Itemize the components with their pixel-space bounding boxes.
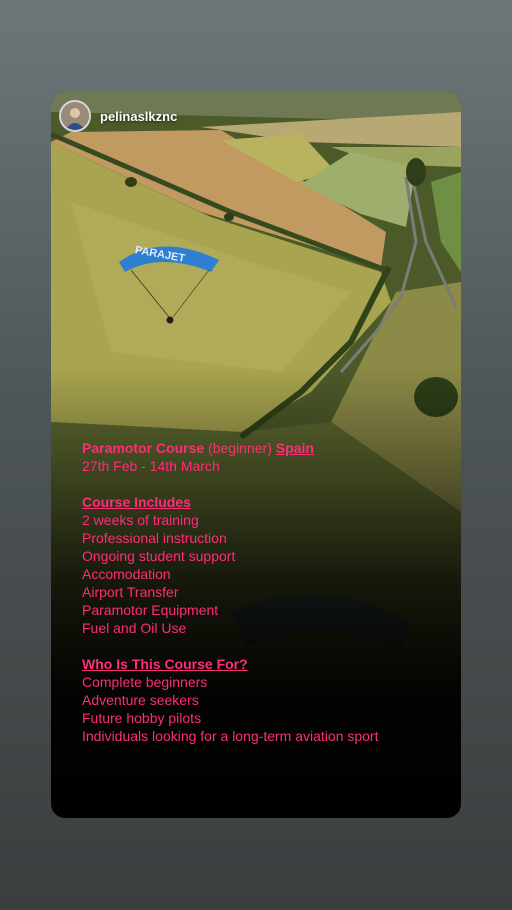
- story-header[interactable]: pelinaslkznc: [59, 100, 177, 132]
- course-title: Paramotor Course: [82, 440, 205, 456]
- username[interactable]: pelinaslkznc: [100, 109, 177, 124]
- user-avatar[interactable]: [59, 100, 91, 132]
- includes-item: Paramotor Equipment: [82, 602, 219, 618]
- includes-item: Professional instruction: [82, 530, 227, 546]
- course-title-line: Paramotor Course (beginner) Spain: [82, 439, 452, 457]
- course-dates: 27th Feb - 14th March: [82, 458, 220, 474]
- includes-item: Accomodation: [82, 566, 171, 582]
- audience-item: Future hobby pilots: [82, 710, 202, 726]
- includes-item: Airport Transfer: [82, 584, 179, 600]
- audience-item: Adventure seekers: [82, 692, 199, 708]
- audience-item: Complete beginners: [82, 674, 208, 690]
- includes-item: Fuel and Oil Use: [82, 620, 187, 636]
- course-location: Spain: [275, 440, 314, 456]
- includes-item: Ongoing student support: [82, 548, 236, 564]
- course-info-text: Paramotor Course (beginner) Spain 27th F…: [82, 439, 452, 745]
- includes-heading: Course Includes: [82, 494, 191, 510]
- audience-item: Individuals looking for a long-term avia…: [82, 728, 379, 744]
- includes-item: 2 weeks of training: [82, 512, 199, 528]
- course-level: (beginner): [208, 440, 272, 456]
- story-card[interactable]: PARAJET pelinaslkznc Paramotor Course (b…: [51, 92, 461, 818]
- audience-heading: Who Is This Course For?: [82, 656, 248, 672]
